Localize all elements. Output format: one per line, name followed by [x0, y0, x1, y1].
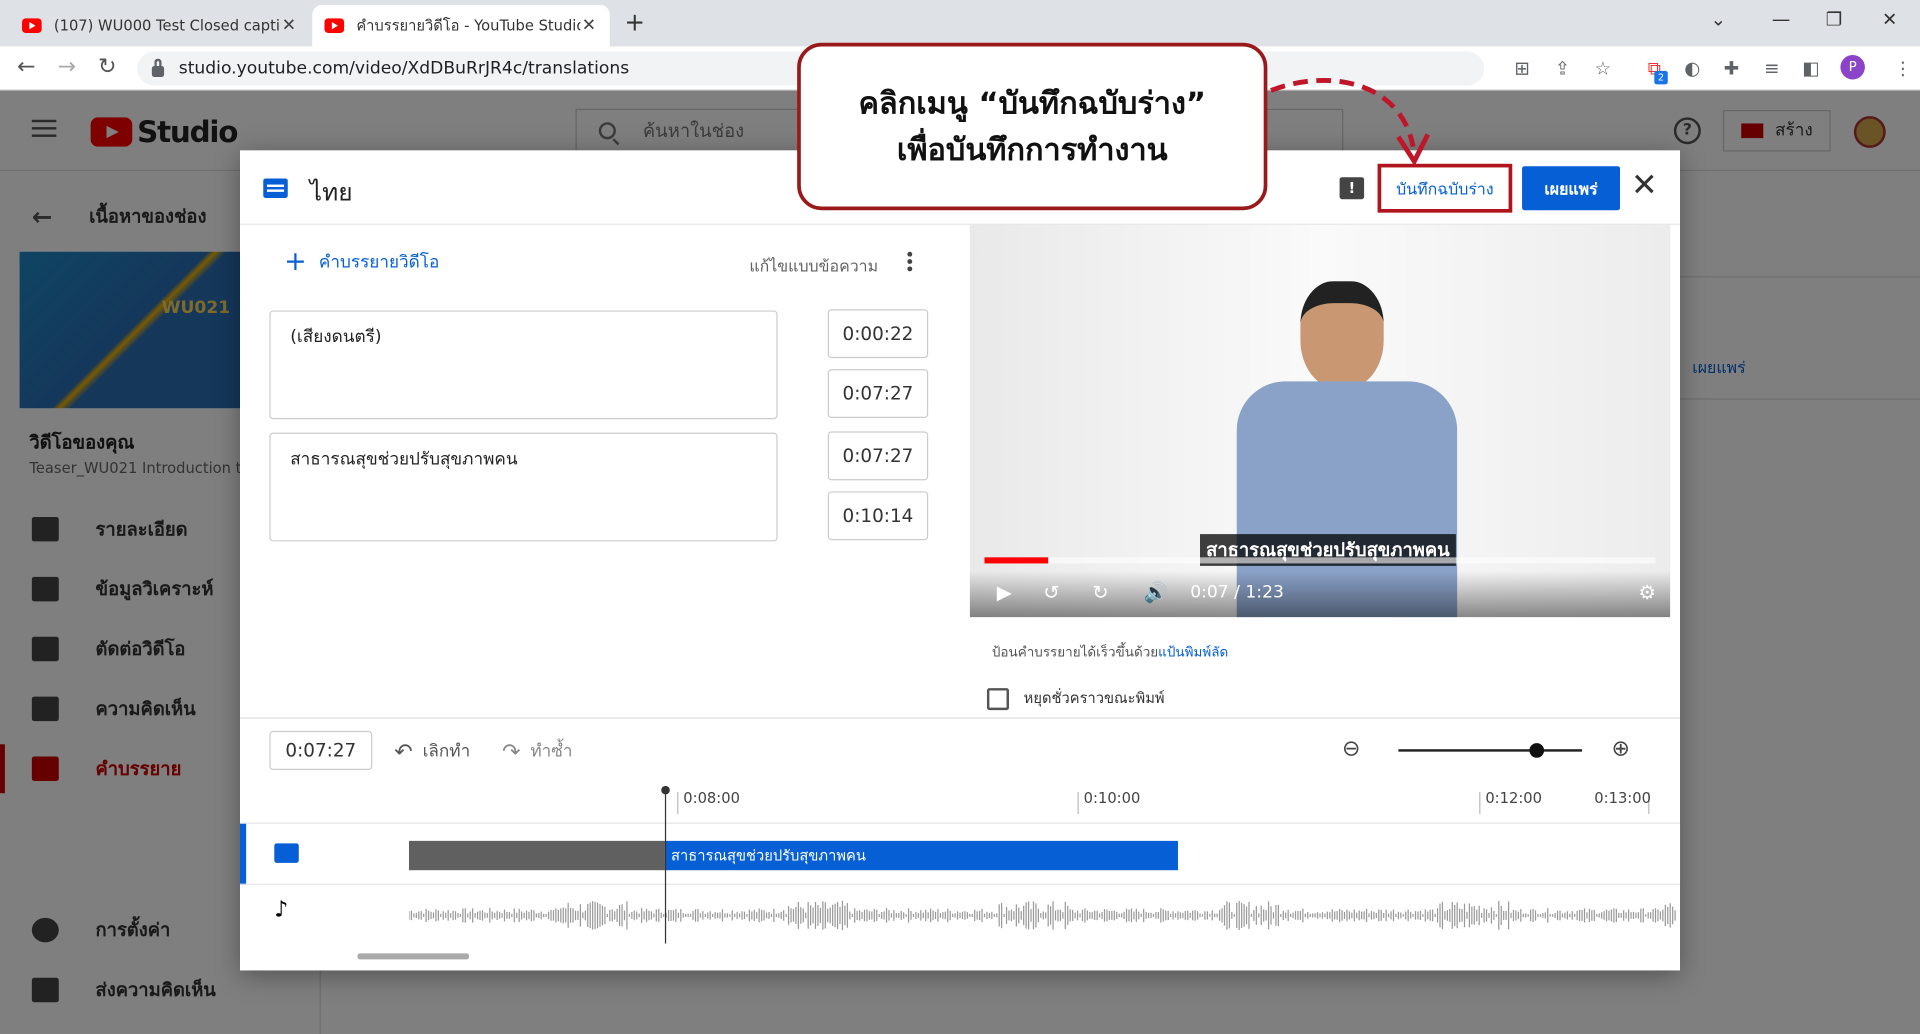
pause-while-typing[interactable]: หยุดชั่วคราวขณะพิมพ์: [986, 687, 1165, 710]
play-icon[interactable]: ▶: [997, 581, 1012, 604]
reload-icon[interactable]: ↻: [98, 54, 116, 80]
add-caption-button[interactable]: + คำบรรยายวิดีโอ: [284, 249, 439, 276]
url-text: studio.youtube.com/video/XdDBuRrJR4c/tra…: [178, 58, 630, 79]
back-arrow-icon[interactable]: ←: [17, 54, 35, 80]
settings-gear-icon[interactable]: ⚙: [1638, 581, 1656, 604]
browser-tab-1[interactable]: (107) WU000 Test Closed caption ✕: [10, 5, 310, 47]
dialog-language-title: ไทย: [309, 177, 353, 207]
share-icon[interactable]: ⇪: [1551, 57, 1573, 79]
plus-icon: +: [284, 246, 307, 278]
redo-button[interactable]: ↷ ทำซ้ำ: [502, 738, 572, 765]
new-tab-button[interactable]: +: [624, 7, 645, 36]
zoom-slider-handle[interactable]: [1528, 743, 1544, 758]
player-time: 0:07 / 1:23: [1190, 582, 1284, 603]
subtitle-editor-dialog: ไทย ! บันทึกฉบับร่าง เผยแพร่ ✕ + คำบรรยา…: [240, 150, 1681, 971]
instruction-callout: คลิกเมนู “บันทึกฉบับร่าง” เพื่อบันทึกการ…: [797, 42, 1268, 211]
side-panel-icon[interactable]: ◧: [1800, 57, 1822, 79]
callout-line-1: คลิกเมนู “บันทึกฉบับร่าง”: [858, 84, 1207, 121]
video-progress-bar[interactable]: [984, 557, 1656, 564]
subtitles-track-icon: [274, 843, 299, 867]
caption-end-time[interactable]: 0:07:27: [827, 369, 929, 418]
hint-text: ป้อนคำบรรยายได้เร็วขึ้นด้วย: [991, 644, 1159, 660]
add-caption-label: คำบรรยายวิดีโอ: [318, 252, 440, 273]
playhead[interactable]: [661, 785, 670, 944]
caption-text-field[interactable]: (เสียงดนตรี): [269, 310, 778, 420]
callout-line-2: เพื่อบันทึกการทำงาน: [896, 131, 1168, 167]
menu-kebab-icon[interactable]: ⋮: [1892, 57, 1914, 79]
restore-icon[interactable]: ❐: [1826, 9, 1842, 31]
current-time-field[interactable]: 0:07:27: [269, 730, 373, 770]
callout-arrow-icon: [1270, 78, 1430, 167]
publish-button[interactable]: เผยแพร่: [1522, 166, 1621, 211]
save-draft-button[interactable]: บันทึกฉบับร่าง: [1377, 163, 1513, 213]
tab-strip: (107) WU000 Test Closed caption ✕ คำบรรย…: [0, 0, 1920, 47]
tab-search-icon[interactable]: ⌄: [1711, 9, 1726, 31]
profile-avatar[interactable]: P: [1840, 54, 1865, 80]
extension-2-icon[interactable]: ◐: [1681, 57, 1703, 79]
subtitles-icon: [263, 178, 288, 198]
video-player[interactable]: สาธารณสุขช่วยปรับสุขภาพคน ▶ ↺ ↻ 🔊 0:07 /…: [969, 224, 1671, 618]
subtitle-segment-previous[interactable]: [408, 840, 665, 871]
shortcut-hint: ป้อนคำบรรยายได้เร็วขึ้นด้วยแป้นพิมพ์ลัด: [992, 640, 1228, 662]
caption-start-time[interactable]: 0:07:27: [827, 431, 929, 481]
minimize-icon[interactable]: —: [1772, 9, 1790, 31]
window-close-icon[interactable]: ✕: [1882, 9, 1897, 31]
tab-close-icon[interactable]: ✕: [580, 16, 597, 36]
browser-tab-2[interactable]: คำบรรยายวิดีโอ - YouTube Studio ✕: [312, 4, 610, 47]
ruler-label: 0:13:00: [1594, 789, 1651, 807]
tab-title: คำบรรยายวิดีโอ - YouTube Studio: [356, 16, 581, 34]
tab-close-icon[interactable]: ✕: [280, 16, 297, 36]
zoom-out-icon[interactable]: ⊖: [1342, 736, 1360, 762]
rewind-10-icon[interactable]: ↺: [1043, 581, 1059, 604]
puzzle-icon[interactable]: ✚: [1720, 57, 1742, 79]
edit-as-text-button[interactable]: แก้ไขแบบข้อความ: [749, 253, 878, 279]
subtitle-track[interactable]: สาธารณสุขช่วยปรับสุขภาพคน: [240, 822, 1681, 885]
caption-text-field[interactable]: สาธารณสุขช่วยปรับสุขภาพคน: [269, 432, 778, 542]
pause-checkbox[interactable]: [986, 687, 1009, 710]
ruler-label: 0:12:00: [1485, 789, 1542, 807]
feedback-icon[interactable]: !: [1339, 177, 1365, 200]
forward-10-icon[interactable]: ↻: [1092, 581, 1108, 604]
reading-list-icon[interactable]: ≡: [1761, 57, 1783, 79]
subtitle-segment-active[interactable]: สาธารณสุขช่วยปรับสุขภาพคน: [664, 840, 1178, 871]
shortcuts-link[interactable]: แป้นพิมพ์ลัด: [1158, 644, 1228, 660]
translate-icon[interactable]: ⊞: [1511, 57, 1533, 79]
zoom-slider[interactable]: [1398, 743, 1583, 758]
lock-icon: [151, 58, 165, 77]
timeline: 0:07:27 ↶ เลิกทำ ↷ ทำซ้ำ ⊖ ⊕ 0:08:00 0:1…: [240, 717, 1681, 970]
audio-waveform: [408, 900, 1676, 931]
close-icon[interactable]: ✕: [1631, 167, 1658, 204]
extension-badge: 2: [1654, 70, 1668, 85]
ruler-label: 0:08:00: [683, 789, 740, 807]
undo-icon: ↶: [394, 738, 413, 765]
caption-start-time[interactable]: 0:00:22: [827, 309, 929, 359]
redo-label: ทำซ้ำ: [530, 741, 573, 762]
undo-button[interactable]: ↶ เลิกทำ: [394, 738, 470, 765]
progress-fill: [984, 557, 1049, 564]
bookmark-star-icon[interactable]: ☆: [1592, 57, 1614, 79]
caption-end-time[interactable]: 0:10:14: [827, 491, 929, 541]
player-controls: ▶ ↺ ↻ 🔊 0:07 / 1:23 ⚙: [969, 570, 1671, 618]
horizontal-scrollbar[interactable]: [357, 953, 469, 960]
more-options-icon[interactable]: [907, 251, 913, 272]
volume-icon[interactable]: 🔊: [1144, 581, 1168, 604]
youtube-favicon-icon: [22, 18, 42, 33]
tab-title: (107) WU000 Test Closed caption: [53, 17, 281, 35]
caption-list-pane: + คำบรรยายวิดีโอ แก้ไขแบบข้อความ (เสียงด…: [240, 225, 960, 718]
undo-label: เลิกทำ: [422, 741, 471, 762]
screen: (107) WU000 Test Closed caption ✕ คำบรรย…: [0, 0, 1920, 1034]
ruler-label: 0:10:00: [1083, 789, 1141, 807]
forward-arrow-icon[interactable]: →: [58, 54, 76, 80]
audio-track: ♪: [240, 883, 1681, 945]
music-note-icon: ♪: [274, 897, 289, 923]
redo-icon: ↷: [502, 738, 521, 765]
youtube-favicon-icon: [324, 18, 345, 33]
zoom-in-icon[interactable]: ⊕: [1611, 736, 1629, 762]
pause-label: หยุดชั่วคราวขณะพิมพ์: [1023, 689, 1165, 707]
